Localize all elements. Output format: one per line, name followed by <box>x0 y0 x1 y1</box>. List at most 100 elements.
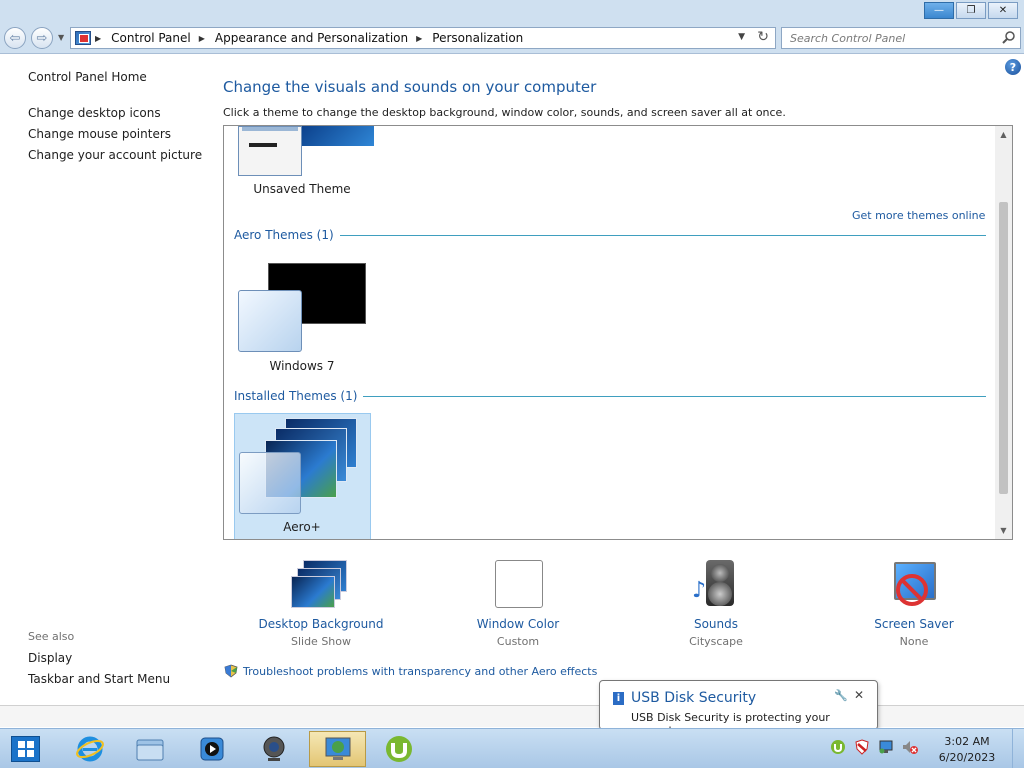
change-desktop-icons-link[interactable]: Change desktop icons <box>28 106 208 127</box>
tool-value: Custom <box>496 635 540 648</box>
theme-list: Unsaved Theme Get more themes online Aer… <box>223 125 1013 540</box>
group-divider <box>363 395 986 397</box>
window-controls: — ❐ ✕ <box>924 2 1018 19</box>
close-icon[interactable]: ✕ <box>854 688 864 702</box>
tool-title: Desktop Background <box>258 617 384 631</box>
wrench-icon[interactable]: 🔧 <box>834 689 848 702</box>
theme-windows-7[interactable] <box>238 262 368 354</box>
speaker-icon: ♪ <box>686 560 746 610</box>
restore-button[interactable]: ❐ <box>956 2 986 19</box>
system-tray <box>830 739 918 755</box>
group-divider <box>339 234 986 236</box>
window-color-icon <box>488 560 548 610</box>
breadcrumb-personalization[interactable]: Personalization <box>432 31 523 45</box>
minimize-button[interactable]: — <box>924 2 954 19</box>
troubleshoot-link[interactable]: Troubleshoot problems with transparency … <box>224 664 597 678</box>
task-pane: Control Panel Home Change desktop icons … <box>28 70 208 169</box>
tool-value: Slide Show <box>290 635 352 648</box>
shield-icon <box>224 664 238 678</box>
breadcrumb-separator-icon[interactable]: ▶ <box>95 34 101 43</box>
tool-value: None <box>899 635 929 648</box>
see-also-label: See also <box>28 630 75 643</box>
recent-pages-dropdown[interactable]: ▼ <box>58 33 64 42</box>
theme-list-scrollbar[interactable]: ▲ ▼ <box>995 126 1012 539</box>
utorrent-icon <box>385 736 412 762</box>
control-panel-home-link[interactable]: Control Panel Home <box>28 70 208 88</box>
volume-muted-icon[interactable] <box>902 739 918 755</box>
search-placeholder: Search Control Panel <box>790 31 906 45</box>
webcam-icon <box>263 736 284 761</box>
desktop-background-icon <box>291 560 351 610</box>
scroll-thumb[interactable] <box>999 202 1008 494</box>
theme-window-preview <box>238 126 302 176</box>
taskbar-control-panel[interactable] <box>309 731 366 767</box>
breadcrumb-separator-icon[interactable]: ▶ <box>416 34 422 43</box>
start-button[interactable] <box>11 736 40 762</box>
search-icon[interactable] <box>1002 30 1016 44</box>
forward-button[interactable]: ⇨ <box>31 27 53 49</box>
usb-disk-security-notification[interactable]: i USB Disk Security USB Disk Security is… <box>599 680 878 740</box>
clock-time: 3:02 AM <box>944 735 990 748</box>
theme-unsaved[interactable] <box>238 126 374 178</box>
tool-value: Cityscape <box>689 635 743 648</box>
search-input[interactable]: Search Control Panel <box>781 27 1021 49</box>
page-title: Change the visuals and sounds on your co… <box>223 78 597 96</box>
taskbar-webcam-app[interactable] <box>245 731 302 767</box>
theme-window-preview <box>238 290 302 352</box>
taskbar-media-player[interactable] <box>183 731 240 767</box>
page-subtitle: Click a theme to change the desktop back… <box>223 106 786 119</box>
help-icon[interactable]: ? <box>1005 59 1021 75</box>
window-color-button[interactable]: Window Color Custom <box>443 560 593 648</box>
refresh-icon[interactable]: ↻ <box>757 29 769 45</box>
title-bar: — ❐ ✕ <box>0 0 1024 22</box>
taskbar-clock[interactable]: 3:02 AM 6/20/2023 <box>935 734 999 766</box>
taskbar-utorrent[interactable] <box>370 731 427 767</box>
utorrent-tray-icon[interactable] <box>830 739 846 755</box>
troubleshoot-text: Troubleshoot problems with transparency … <box>243 664 598 678</box>
scroll-up-icon[interactable]: ▲ <box>995 126 1012 143</box>
screen-saver-icon <box>884 560 944 610</box>
address-field[interactable]: ▶ Control Panel ▶ Appearance and Personal… <box>70 27 776 49</box>
network-icon[interactable] <box>878 739 894 755</box>
notification-title: USB Disk Security <box>631 690 757 706</box>
desktop-background-button[interactable]: Desktop Background Slide Show <box>246 560 396 648</box>
taskbar: 3:02 AM 6/20/2023 <box>0 728 1024 768</box>
change-account-picture-link[interactable]: Change your account picture <box>28 148 208 169</box>
theme-name: Unsaved Theme <box>253 182 351 196</box>
theme-name: Windows 7 <box>269 359 335 373</box>
tool-title: Sounds <box>693 617 739 631</box>
usb-disk-security-tray-icon[interactable] <box>854 739 870 755</box>
arrow-left-icon: ⇦ <box>9 30 21 46</box>
sounds-button[interactable]: ♪ Sounds Cityscape <box>641 560 791 648</box>
group-aero-themes: Aero Themes (1) <box>234 228 986 242</box>
back-button[interactable]: ⇦ <box>4 27 26 49</box>
taskbar-file-explorer[interactable] <box>121 731 178 767</box>
theme-thumbnail <box>300 126 374 146</box>
close-button[interactable]: ✕ <box>988 2 1018 19</box>
clock-date: 6/20/2023 <box>938 751 996 764</box>
personalization-icon <box>325 737 350 760</box>
breadcrumb-separator-icon[interactable]: ▶ <box>199 34 205 43</box>
folder-icon <box>136 739 163 761</box>
breadcrumb-appearance[interactable]: Appearance and Personalization <box>215 31 408 45</box>
show-desktop-button[interactable] <box>1012 729 1024 768</box>
get-more-themes-link[interactable]: Get more themes online <box>852 209 985 222</box>
group-label: Installed Themes (1) <box>234 389 358 403</box>
arrow-right-icon: ⇨ <box>36 30 48 46</box>
display-link[interactable]: Display <box>28 651 170 672</box>
tool-title: Screen Saver <box>874 617 954 631</box>
screen-saver-button[interactable]: Screen Saver None <box>839 560 989 648</box>
address-dropdown-icon[interactable]: ▼ <box>738 32 745 42</box>
taskbar-start-menu-link[interactable]: Taskbar and Start Menu <box>28 672 170 693</box>
control-panel-icon <box>75 31 91 45</box>
media-player-icon <box>200 737 223 761</box>
taskbar-internet-explorer[interactable] <box>61 731 118 767</box>
breadcrumb-control-panel[interactable]: Control Panel <box>111 31 191 45</box>
see-also-links: Display Taskbar and Start Menu <box>28 651 170 693</box>
windows-logo-icon <box>17 741 34 757</box>
group-installed-themes: Installed Themes (1) <box>234 389 986 403</box>
internet-explorer-icon <box>75 736 104 762</box>
address-bar-area: ⇦ ⇨ ▼ ▶ Control Panel ▶ Appearance and Pe… <box>0 22 1024 54</box>
scroll-down-icon[interactable]: ▼ <box>995 522 1012 539</box>
change-mouse-pointers-link[interactable]: Change mouse pointers <box>28 127 208 148</box>
